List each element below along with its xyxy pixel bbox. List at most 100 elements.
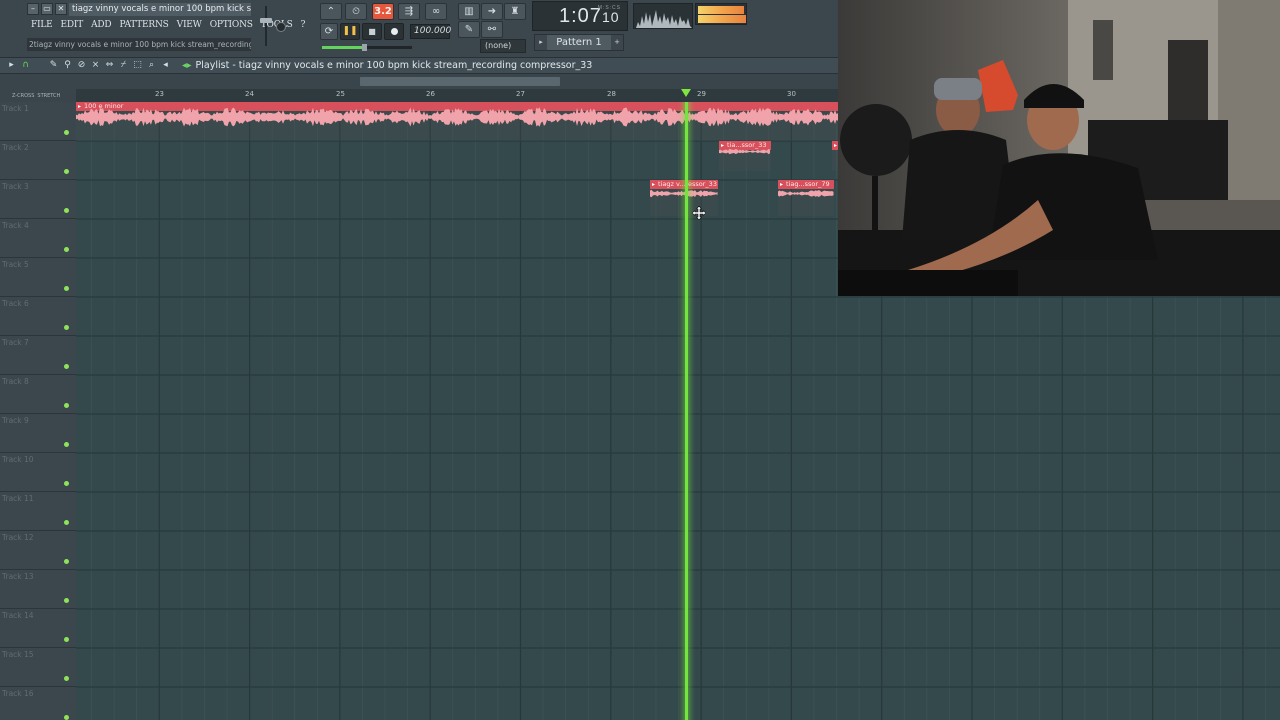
- pitch-knob[interactable]: [276, 22, 286, 32]
- blend-notes-icon[interactable]: ⇶: [398, 3, 420, 20]
- menu-help[interactable]: ?: [297, 19, 310, 31]
- bar-number: 29: [697, 90, 706, 98]
- track-header[interactable]: Track 13: [0, 570, 76, 609]
- track-header[interactable]: Track 5: [0, 258, 76, 297]
- track-header[interactable]: Track 8: [0, 375, 76, 414]
- menu-edit[interactable]: EDIT: [57, 19, 88, 31]
- snap-button[interactable]: 3.2: [372, 3, 394, 20]
- track-header[interactable]: Track 15: [0, 648, 76, 687]
- track-header[interactable]: Track 1: [0, 102, 76, 141]
- track-mute-led[interactable]: [64, 403, 69, 408]
- slider-handle[interactable]: [260, 18, 272, 23]
- loop-record-icon[interactable]: ∞: [425, 3, 447, 20]
- bar-number: 23: [155, 90, 164, 98]
- menu-options[interactable]: OPTIONS: [206, 19, 257, 31]
- close-icon[interactable]: ✕: [55, 3, 67, 15]
- stop-icon[interactable]: ■: [362, 23, 382, 40]
- track-mute-led[interactable]: [64, 169, 69, 174]
- slip-tool-icon[interactable]: ⇔: [104, 60, 115, 71]
- overview-scroll-thumb[interactable]: [360, 77, 560, 86]
- stretch-label[interactable]: STRETCH: [37, 93, 60, 99]
- minimize-icon[interactable]: –: [27, 3, 39, 15]
- paint-tool-icon[interactable]: ⚲: [62, 60, 73, 71]
- track-mute-led[interactable]: [64, 715, 69, 720]
- track-mute-led[interactable]: [64, 286, 69, 291]
- playhead[interactable]: [685, 102, 688, 720]
- track-mute-led[interactable]: [64, 559, 69, 564]
- menu-file[interactable]: FILE: [27, 19, 57, 31]
- select-tool-icon[interactable]: ⬚: [132, 60, 143, 71]
- track-name: Track 6: [2, 299, 29, 308]
- track-mute-led[interactable]: [64, 598, 69, 603]
- track-mute-led[interactable]: [64, 637, 69, 642]
- slider-knob[interactable]: [362, 44, 368, 51]
- playlist-header: ▸ ∩ ✎ ⚲ ⊘ ⨯ ⇔ ⌿ ⬚ ⌕ ◂ ◂▸ Playlist - tiagz…: [0, 58, 838, 74]
- track-header[interactable]: Track 16: [0, 687, 76, 720]
- master-pitch-slider[interactable]: [322, 44, 412, 51]
- wait-icon[interactable]: ⏲: [345, 3, 367, 20]
- playlist-menu-icon[interactable]: ▸: [6, 60, 17, 71]
- track-mute-led[interactable]: [64, 520, 69, 525]
- track-header[interactable]: Track 4: [0, 219, 76, 258]
- track-mute-led[interactable]: [64, 676, 69, 681]
- playback-tool-icon[interactable]: ◂: [160, 60, 171, 71]
- song-mode-icon[interactable]: ⟳: [320, 23, 338, 40]
- audio-clip[interactable]: tia...ssor_33: [719, 141, 771, 171]
- track-name: Track 1: [2, 104, 29, 113]
- playhead-marker[interactable]: [681, 89, 691, 97]
- track-mute-led[interactable]: [64, 130, 69, 135]
- track-header[interactable]: Track 6: [0, 297, 76, 336]
- track-header[interactable]: Track 3: [0, 180, 76, 219]
- audio-clip[interactable]: 100 e minor: [76, 102, 838, 141]
- track-mute-led[interactable]: [64, 208, 69, 213]
- track-name: Track 9: [2, 416, 29, 425]
- time-display[interactable]: 1:0710 M:S:CS: [532, 1, 628, 31]
- slice-tool-icon[interactable]: ⌿: [118, 60, 129, 71]
- track-mute-led[interactable]: [64, 325, 69, 330]
- track-header[interactable]: Track 9: [0, 414, 76, 453]
- record-icon[interactable]: [384, 23, 404, 40]
- menu-view[interactable]: VIEW: [173, 19, 206, 31]
- main-volume-slider[interactable]: [259, 6, 273, 46]
- mute-tool-icon[interactable]: ⨯: [90, 60, 101, 71]
- track-mute-led[interactable]: [64, 364, 69, 369]
- window-controls: – ▭ ✕: [27, 3, 67, 15]
- track-header[interactable]: Track 10: [0, 453, 76, 492]
- timeline-ruler[interactable]: Z-CROSS STRETCH 23 24 25 26 27 28 29 30: [0, 89, 838, 102]
- audio-clip[interactable]: tiagz v...ressor_33: [650, 180, 718, 216]
- pattern-dropdown[interactable]: (none): [480, 39, 526, 53]
- zcross-label[interactable]: Z-CROSS: [12, 93, 34, 99]
- webcam-image: [838, 0, 1280, 296]
- track-header[interactable]: Track 12: [0, 531, 76, 570]
- menu-patterns[interactable]: PATTERNS: [115, 19, 172, 31]
- pencil-tool-icon[interactable]: ✎: [48, 60, 59, 71]
- audio-clip[interactable]: tiag...ssor_79: [778, 180, 834, 216]
- maximize-icon[interactable]: ▭: [41, 3, 53, 15]
- track-mute-led[interactable]: [64, 247, 69, 252]
- delete-tool-icon[interactable]: ⊘: [76, 60, 87, 71]
- oscilloscope-display: [633, 3, 693, 29]
- track-header[interactable]: Track 14: [0, 609, 76, 648]
- track-header[interactable]: Track 2: [0, 141, 76, 180]
- pencil-icon[interactable]: ✎: [458, 21, 480, 38]
- metronome-icon[interactable]: ⌃: [320, 3, 342, 20]
- track-name: Track 13: [2, 572, 34, 581]
- playlist-overview[interactable]: [0, 74, 838, 89]
- mixer-icon[interactable]: ♜: [504, 3, 526, 20]
- arrow-right-icon[interactable]: ➜: [481, 3, 503, 20]
- pattern-prev-icon[interactable]: ▸: [535, 35, 547, 50]
- track-mute-led[interactable]: [64, 481, 69, 486]
- play-icon[interactable]: ❚❚: [340, 23, 360, 40]
- magnet-icon[interactable]: ∩: [20, 60, 31, 71]
- tempo-field[interactable]: 100.000: [410, 24, 451, 39]
- piano-icon[interactable]: ▥: [458, 3, 480, 20]
- zoom-tool-icon[interactable]: ⌕: [146, 60, 157, 71]
- link-icon[interactable]: ⚯: [481, 21, 503, 38]
- menu-add[interactable]: ADD: [87, 19, 115, 31]
- track-header[interactable]: Track 7: [0, 336, 76, 375]
- pattern-selector[interactable]: ▸ Pattern 1 +: [534, 34, 624, 51]
- track-mute-led[interactable]: [64, 442, 69, 447]
- track-name: Track 2: [2, 143, 29, 152]
- pattern-add-icon[interactable]: +: [611, 35, 623, 50]
- track-header[interactable]: Track 11: [0, 492, 76, 531]
